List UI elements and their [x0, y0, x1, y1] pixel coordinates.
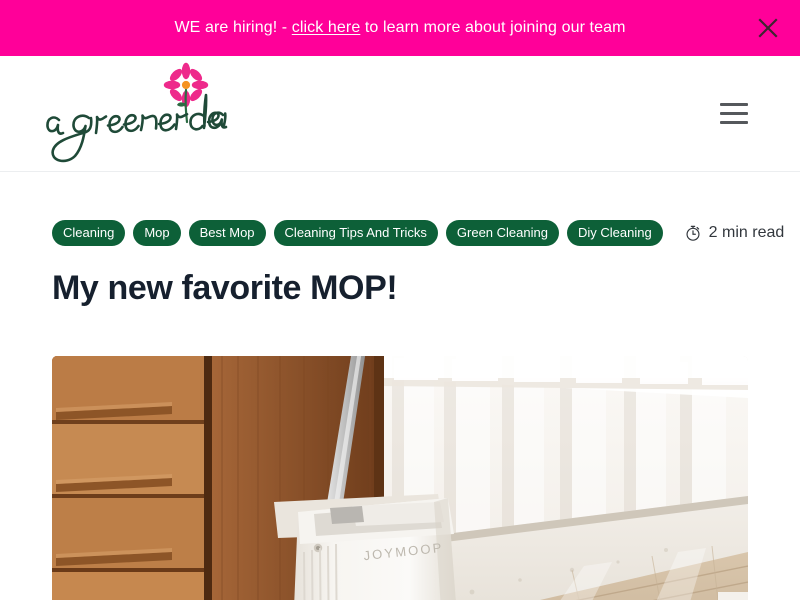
hamburger-menu-icon-bar-1 [720, 103, 748, 106]
page-title: My new favorite MOP! [52, 269, 398, 307]
stopwatch-icon [686, 225, 700, 241]
tag-diy-cleaning[interactable]: Diy Cleaning [566, 220, 663, 246]
announcement-text-before: WE are hiring! - [174, 19, 292, 36]
announcement-text-after: to learn more about joining our team [360, 19, 626, 36]
announcement-close-button[interactable] [752, 12, 784, 44]
announcement-click-here-link[interactable]: click here [292, 19, 361, 36]
site-logo[interactable] [44, 60, 230, 168]
tag-green-cleaning[interactable]: Green Cleaning [445, 220, 559, 246]
article-hero-image: JOYMOOP [52, 356, 748, 600]
logo-graphic [46, 62, 228, 162]
tag-cleaning[interactable]: Cleaning [52, 220, 126, 246]
flower-icon [163, 62, 209, 123]
site-header [0, 56, 800, 172]
hamburger-menu-icon-bar-2 [720, 112, 748, 115]
tag-best-mop[interactable]: Best Mop [188, 220, 266, 246]
hamburger-menu-button[interactable] [712, 92, 756, 136]
read-time-label: 2 min read [708, 224, 785, 241]
tag-mop[interactable]: Mop [133, 220, 181, 246]
article-meta-row: Cleaning Mop Best Mop Cleaning Tips And … [52, 172, 784, 246]
announcement-text: WE are hiring! - click here to learn mor… [174, 20, 625, 36]
article-main: Cleaning Mop Best Mop Cleaning Tips And … [0, 172, 800, 600]
hero-illustration: JOYMOOP [52, 356, 748, 600]
tag-cleaning-tips-and-tricks[interactable]: Cleaning Tips And Tricks [273, 220, 438, 246]
hamburger-menu-icon-bar-3 [720, 121, 748, 124]
close-icon [758, 18, 778, 38]
read-time: 2 min read [684, 224, 785, 242]
announcement-banner: WE are hiring! - click here to learn mor… [0, 0, 800, 56]
